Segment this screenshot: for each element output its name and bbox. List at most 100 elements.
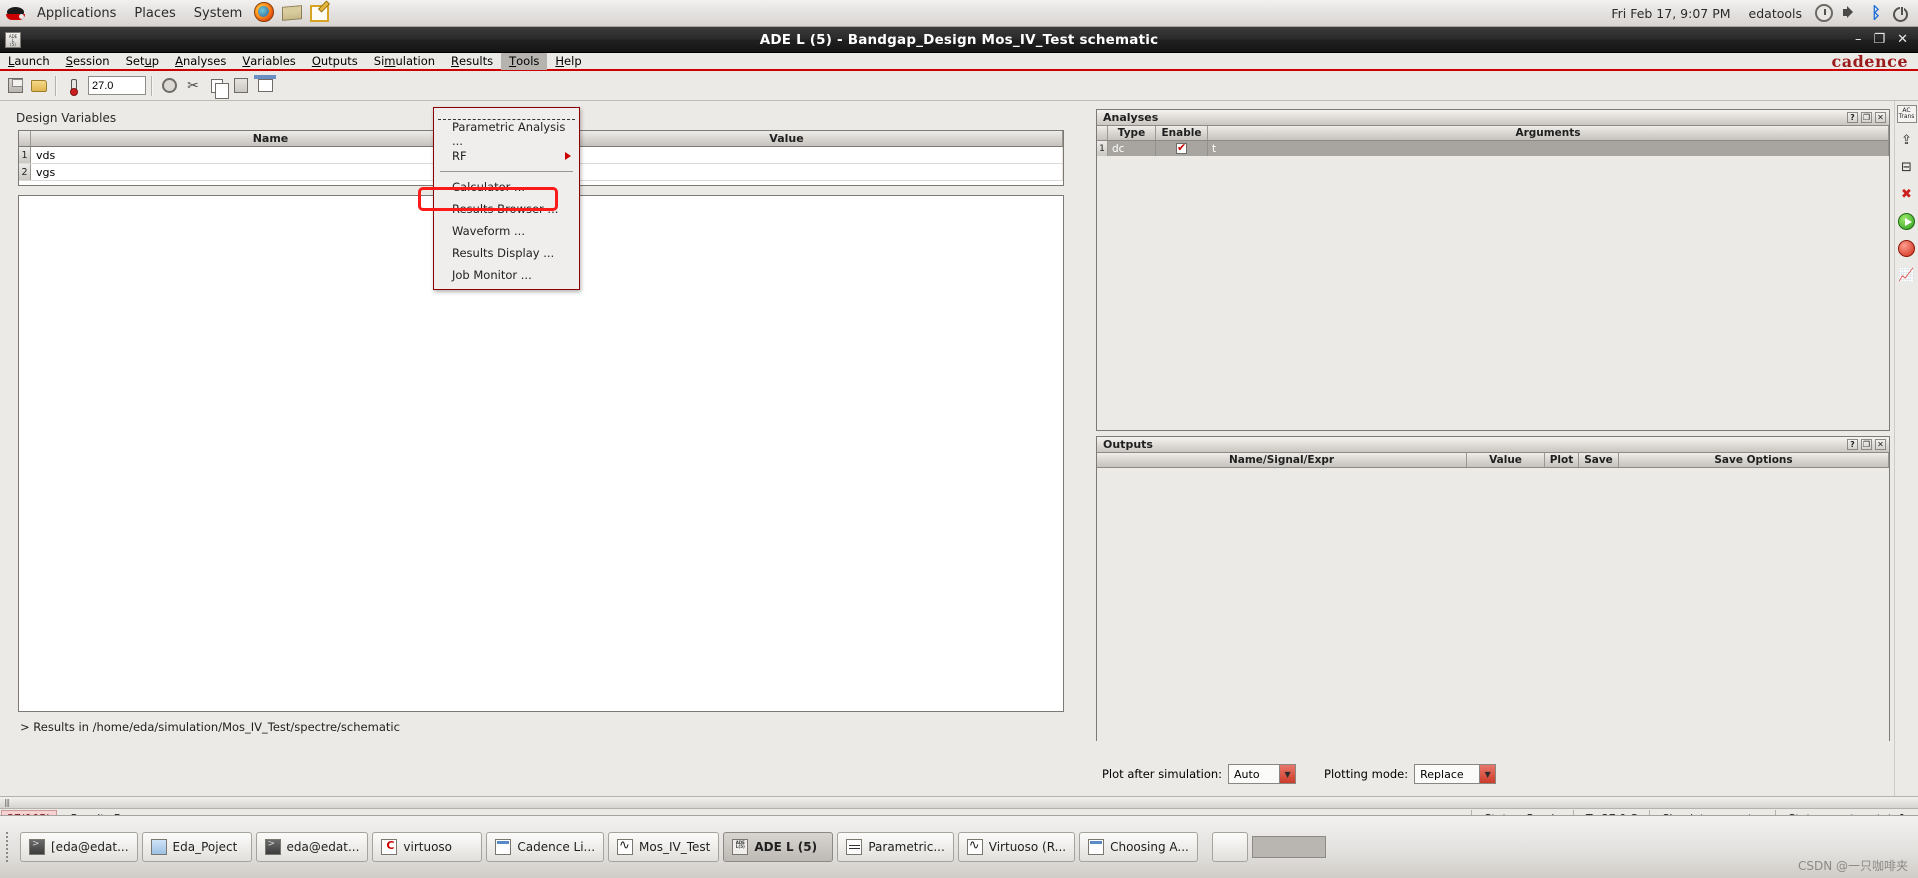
temperature-input[interactable] xyxy=(88,76,146,95)
ac-trans-icon[interactable]: AC Trans xyxy=(1896,105,1917,123)
horizontal-scroll-strip[interactable]: ||| xyxy=(0,796,1918,808)
menu-setup[interactable]: Set u p xyxy=(118,53,168,70)
menu-tearoff[interactable] xyxy=(438,111,575,120)
chevron-down-icon[interactable]: ▼ xyxy=(1479,765,1496,783)
analyses-help-button[interactable]: ? xyxy=(1847,112,1858,123)
outputs-maximize-button[interactable]: ❐ xyxy=(1861,439,1872,450)
desktop-clock[interactable]: Fri Feb 17, 9:07 PM xyxy=(1602,0,1739,27)
menu-outputs[interactable]: Outputs xyxy=(304,53,366,70)
column-value[interactable]: Value xyxy=(511,131,1063,146)
open-icon[interactable] xyxy=(28,75,50,97)
taskbar-grip[interactable] xyxy=(6,832,12,862)
task-button[interactable]: Eda_Poject xyxy=(141,832,252,862)
menu-item-results-browser[interactable]: Results Browser ... xyxy=(434,198,579,220)
menu-item-calculator[interactable]: Calculator ... xyxy=(434,176,579,198)
plotting-mode-select[interactable]: Replace ▼ xyxy=(1414,764,1497,784)
cadence-brand-logo: cadence xyxy=(1831,51,1908,71)
clock-icon[interactable] xyxy=(1815,4,1833,22)
menu-help[interactable]: Help xyxy=(547,53,589,70)
cut-icon[interactable]: ✂ xyxy=(182,75,204,97)
task-button[interactable]: Parametric... xyxy=(837,832,954,862)
task-button[interactable]: [eda@edat... xyxy=(20,832,138,862)
menu-item-results-display[interactable]: Results Display ... xyxy=(434,242,579,264)
column-type[interactable]: Type xyxy=(1108,126,1156,140)
tray-slot-2[interactable] xyxy=(1251,836,1326,858)
menu-item-waveform[interactable]: Waveform ... xyxy=(434,220,579,242)
mail-icon[interactable] xyxy=(282,2,304,24)
desktop-user[interactable]: edatools xyxy=(1740,0,1811,27)
menu-analyses[interactable]: Analyses xyxy=(167,53,234,70)
column-plot[interactable]: Plot xyxy=(1545,453,1579,467)
run-simulation-icon[interactable] xyxy=(1897,211,1917,231)
task-label: Virtuoso (R... xyxy=(988,840,1067,854)
task-button[interactable]: Cadence Li... xyxy=(486,832,605,862)
cell-arguments[interactable]: t xyxy=(1208,141,1889,156)
table-row[interactable]: 1 dc t xyxy=(1097,141,1889,156)
scroll-grip-icon[interactable]: ||| xyxy=(0,798,10,807)
menu-places[interactable]: Places xyxy=(125,0,184,27)
redhat-logo-icon[interactable] xyxy=(6,4,26,22)
tree-icon[interactable]: ⊟ xyxy=(1897,157,1917,177)
task-button[interactable]: Mos_IV_Test xyxy=(608,832,720,862)
setup-gear-icon[interactable] xyxy=(158,75,180,97)
plotting-mode-label: Plotting mode: xyxy=(1324,767,1409,781)
volume-icon[interactable] xyxy=(1841,4,1859,22)
menu-item-rf[interactable]: RF xyxy=(434,145,579,167)
analyses-close-button[interactable]: ✕ xyxy=(1875,112,1886,123)
column-enable[interactable]: Enable xyxy=(1156,126,1208,140)
column-name-signal-expr[interactable]: Name/Signal/Expr xyxy=(1097,453,1467,467)
column-save[interactable]: Save xyxy=(1579,453,1619,467)
task-button[interactable]: eda@edat... xyxy=(255,832,369,862)
enable-checkbox[interactable] xyxy=(1176,141,1187,154)
outputs-close-button[interactable]: ✕ xyxy=(1875,439,1886,450)
task-button[interactable]: Choosing A... xyxy=(1079,832,1198,862)
task-button[interactable]: Virtuoso (R... xyxy=(957,832,1076,862)
cell-type[interactable]: dc xyxy=(1108,141,1156,156)
power-icon[interactable] xyxy=(1893,6,1908,22)
menu-session[interactable]: Session xyxy=(58,53,118,70)
outputs-title: Outputs xyxy=(1103,438,1153,451)
paste-icon[interactable] xyxy=(230,75,252,97)
window-title-bar[interactable]: ADE L (5) ADE L (5) - Bandgap_Design Mos_I… xyxy=(0,27,1918,53)
temperature-icon[interactable] xyxy=(62,75,84,97)
menu-simulation[interactable]: Si m ulation xyxy=(366,53,443,70)
tools-dropdown-menu[interactable]: Parametric Analysis ... RF Calculator ..… xyxy=(433,107,580,290)
analyses-maximize-button[interactable]: ❐ xyxy=(1861,112,1872,123)
chevron-down-icon[interactable]: ▼ xyxy=(1279,765,1296,783)
task-button[interactable]: virtuoso xyxy=(372,832,483,862)
save-session-icon[interactable] xyxy=(4,75,26,97)
outputs-help-button[interactable]: ? xyxy=(1847,439,1858,450)
cell-enable[interactable] xyxy=(1156,141,1208,156)
task-button-active[interactable]: ADE L(5) ADE L (5) xyxy=(723,832,834,862)
table-corner xyxy=(19,131,31,146)
menu-tools[interactable]: Tools xyxy=(501,52,548,70)
tray-slot-1[interactable] xyxy=(1211,832,1248,862)
maximize-button[interactable]: ❐ xyxy=(1873,33,1885,46)
minimize-button[interactable]: – xyxy=(1855,33,1862,46)
window-icon[interactable] xyxy=(254,75,276,97)
bluetooth-icon[interactable]: ᛒ xyxy=(1867,4,1885,22)
column-arguments[interactable]: Arguments xyxy=(1208,126,1889,140)
menu-system[interactable]: System xyxy=(185,0,251,27)
menu-applications[interactable]: Applications xyxy=(28,0,125,27)
menu-results[interactable]: Results xyxy=(443,53,501,70)
cell-value[interactable] xyxy=(511,147,1063,163)
plot-after-simulation-select[interactable]: Auto ▼ xyxy=(1228,764,1297,784)
close-x-icon[interactable]: ✖ xyxy=(1897,184,1917,204)
menu-variables[interactable]: Variables xyxy=(234,53,303,70)
outputs-empty-area[interactable] xyxy=(1097,468,1889,771)
menu-item-parametric-analysis[interactable]: Parametric Analysis ... xyxy=(434,120,579,148)
column-save-options[interactable]: Save Options xyxy=(1619,453,1889,467)
up-arrow-icon[interactable]: ⇪ xyxy=(1897,130,1917,150)
menu-launch[interactable]: Launch xyxy=(0,53,58,70)
close-button[interactable]: ✕ xyxy=(1897,33,1908,46)
waveform-icon[interactable]: 📈 xyxy=(1897,265,1917,285)
copy-icon[interactable] xyxy=(206,75,229,99)
text-editor-icon[interactable] xyxy=(310,2,332,24)
firefox-icon[interactable] xyxy=(254,2,276,24)
cell-value[interactable] xyxy=(511,164,1063,180)
stop-simulation-icon[interactable] xyxy=(1897,238,1917,258)
task-label: virtuoso xyxy=(403,840,453,854)
column-value[interactable]: Value xyxy=(1467,453,1545,467)
menu-item-job-monitor[interactable]: Job Monitor ... xyxy=(434,264,579,286)
